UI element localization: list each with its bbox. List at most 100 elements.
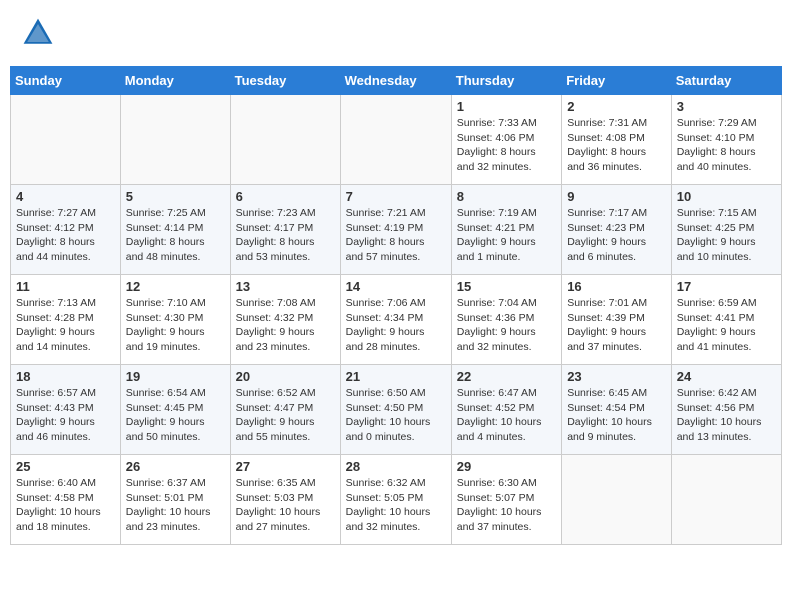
day-info: Sunrise: 6:45 AM Sunset: 4:54 PM Dayligh… — [567, 386, 666, 445]
day-number: 23 — [567, 369, 666, 384]
day-number: 10 — [677, 189, 776, 204]
day-info: Sunrise: 7:17 AM Sunset: 4:23 PM Dayligh… — [567, 206, 666, 265]
day-number: 24 — [677, 369, 776, 384]
col-header-wednesday: Wednesday — [340, 67, 451, 95]
day-info: Sunrise: 7:08 AM Sunset: 4:32 PM Dayligh… — [236, 296, 335, 355]
day-number: 14 — [346, 279, 446, 294]
day-info: Sunrise: 6:54 AM Sunset: 4:45 PM Dayligh… — [126, 386, 225, 445]
day-info: Sunrise: 7:33 AM Sunset: 4:06 PM Dayligh… — [457, 116, 556, 175]
col-header-tuesday: Tuesday — [230, 67, 340, 95]
day-number: 18 — [16, 369, 115, 384]
day-number: 1 — [457, 99, 556, 114]
calendar-cell — [230, 95, 340, 185]
logo — [20, 15, 60, 51]
day-info: Sunrise: 7:27 AM Sunset: 4:12 PM Dayligh… — [16, 206, 115, 265]
day-number: 20 — [236, 369, 335, 384]
day-number: 29 — [457, 459, 556, 474]
day-info: Sunrise: 7:31 AM Sunset: 4:08 PM Dayligh… — [567, 116, 666, 175]
day-info: Sunrise: 6:40 AM Sunset: 4:58 PM Dayligh… — [16, 476, 115, 535]
calendar-cell: 13 Sunrise: 7:08 AM Sunset: 4:32 PM Dayli… — [230, 275, 340, 365]
day-number: 22 — [457, 369, 556, 384]
day-number: 28 — [346, 459, 446, 474]
calendar-cell: 19 Sunrise: 6:54 AM Sunset: 4:45 PM Dayli… — [120, 365, 230, 455]
day-number: 26 — [126, 459, 225, 474]
week-row-2: 4 Sunrise: 7:27 AM Sunset: 4:12 PM Daylig… — [11, 185, 782, 275]
col-header-sunday: Sunday — [11, 67, 121, 95]
day-number: 3 — [677, 99, 776, 114]
calendar-cell: 23 Sunrise: 6:45 AM Sunset: 4:54 PM Dayli… — [562, 365, 672, 455]
calendar-cell: 18 Sunrise: 6:57 AM Sunset: 4:43 PM Dayli… — [11, 365, 121, 455]
calendar-cell: 16 Sunrise: 7:01 AM Sunset: 4:39 PM Dayli… — [562, 275, 672, 365]
day-number: 15 — [457, 279, 556, 294]
calendar-cell — [562, 455, 672, 545]
day-number: 2 — [567, 99, 666, 114]
calendar-table: SundayMondayTuesdayWednesdayThursdayFrid… — [10, 66, 782, 545]
calendar-cell: 14 Sunrise: 7:06 AM Sunset: 4:34 PM Dayli… — [340, 275, 451, 365]
day-info: Sunrise: 6:57 AM Sunset: 4:43 PM Dayligh… — [16, 386, 115, 445]
day-number: 4 — [16, 189, 115, 204]
calendar-cell: 12 Sunrise: 7:10 AM Sunset: 4:30 PM Dayli… — [120, 275, 230, 365]
day-info: Sunrise: 7:29 AM Sunset: 4:10 PM Dayligh… — [677, 116, 776, 175]
day-info: Sunrise: 6:35 AM Sunset: 5:03 PM Dayligh… — [236, 476, 335, 535]
calendar-header-row: SundayMondayTuesdayWednesdayThursdayFrid… — [11, 67, 782, 95]
col-header-saturday: Saturday — [671, 67, 781, 95]
page-header — [10, 10, 782, 56]
day-info: Sunrise: 6:37 AM Sunset: 5:01 PM Dayligh… — [126, 476, 225, 535]
week-row-1: 1 Sunrise: 7:33 AM Sunset: 4:06 PM Daylig… — [11, 95, 782, 185]
calendar-cell: 4 Sunrise: 7:27 AM Sunset: 4:12 PM Daylig… — [11, 185, 121, 275]
day-info: Sunrise: 6:32 AM Sunset: 5:05 PM Dayligh… — [346, 476, 446, 535]
calendar-cell: 27 Sunrise: 6:35 AM Sunset: 5:03 PM Dayli… — [230, 455, 340, 545]
calendar-cell: 5Sunrise: 7:25 AM Sunset: 4:14 PM Daylig… — [120, 185, 230, 275]
day-number: 5 — [126, 189, 225, 204]
calendar-cell: 9 Sunrise: 7:17 AM Sunset: 4:23 PM Daylig… — [562, 185, 672, 275]
day-info: Sunrise: 7:01 AM Sunset: 4:39 PM Dayligh… — [567, 296, 666, 355]
calendar-cell — [11, 95, 121, 185]
day-number: 16 — [567, 279, 666, 294]
calendar-cell: 26 Sunrise: 6:37 AM Sunset: 5:01 PM Dayli… — [120, 455, 230, 545]
calendar-cell: 10 Sunrise: 7:15 AM Sunset: 4:25 PM Dayli… — [671, 185, 781, 275]
day-info: Sunrise: 7:13 AM Sunset: 4:28 PM Dayligh… — [16, 296, 115, 355]
calendar-cell — [340, 95, 451, 185]
day-info: Sunrise: 7:06 AM Sunset: 4:34 PM Dayligh… — [346, 296, 446, 355]
day-number: 27 — [236, 459, 335, 474]
calendar-cell: 28 Sunrise: 6:32 AM Sunset: 5:05 PM Dayli… — [340, 455, 451, 545]
day-info: Sunrise: 6:59 AM Sunset: 4:41 PM Dayligh… — [677, 296, 776, 355]
day-info: Sunrise: 7:21 AM Sunset: 4:19 PM Dayligh… — [346, 206, 446, 265]
day-number: 21 — [346, 369, 446, 384]
calendar-cell: 2 Sunrise: 7:31 AM Sunset: 4:08 PM Daylig… — [562, 95, 672, 185]
col-header-friday: Friday — [562, 67, 672, 95]
day-number: 11 — [16, 279, 115, 294]
day-info: Sunrise: 7:04 AM Sunset: 4:36 PM Dayligh… — [457, 296, 556, 355]
calendar-cell — [671, 455, 781, 545]
day-info: Sunrise: 7:23 AM Sunset: 4:17 PM Dayligh… — [236, 206, 335, 265]
calendar-cell: 15 Sunrise: 7:04 AM Sunset: 4:36 PM Dayli… — [451, 275, 561, 365]
day-number: 25 — [16, 459, 115, 474]
day-number: 13 — [236, 279, 335, 294]
day-number: 9 — [567, 189, 666, 204]
week-row-5: 25 Sunrise: 6:40 AM Sunset: 4:58 PM Dayli… — [11, 455, 782, 545]
calendar-cell: 21 Sunrise: 6:50 AM Sunset: 4:50 PM Dayli… — [340, 365, 451, 455]
col-header-monday: Monday — [120, 67, 230, 95]
calendar-cell: 1 Sunrise: 7:33 AM Sunset: 4:06 PM Daylig… — [451, 95, 561, 185]
day-info: Sunrise: 7:15 AM Sunset: 4:25 PM Dayligh… — [677, 206, 776, 265]
calendar-cell: 7 Sunrise: 7:21 AM Sunset: 4:19 PM Daylig… — [340, 185, 451, 275]
day-info: Sunrise: 7:10 AM Sunset: 4:30 PM Dayligh… — [126, 296, 225, 355]
calendar-cell: 25 Sunrise: 6:40 AM Sunset: 4:58 PM Dayli… — [11, 455, 121, 545]
calendar-cell: 29 Sunrise: 6:30 AM Sunset: 5:07 PM Dayli… — [451, 455, 561, 545]
day-number: 7 — [346, 189, 446, 204]
calendar-cell: 24 Sunrise: 6:42 AM Sunset: 4:56 PM Dayli… — [671, 365, 781, 455]
week-row-4: 18 Sunrise: 6:57 AM Sunset: 4:43 PM Dayli… — [11, 365, 782, 455]
day-number: 17 — [677, 279, 776, 294]
calendar-cell: 22Sunrise: 6:47 AM Sunset: 4:52 PM Dayli… — [451, 365, 561, 455]
day-number: 19 — [126, 369, 225, 384]
calendar-cell: 3 Sunrise: 7:29 AM Sunset: 4:10 PM Daylig… — [671, 95, 781, 185]
day-number: 8 — [457, 189, 556, 204]
day-info: Sunrise: 6:42 AM Sunset: 4:56 PM Dayligh… — [677, 386, 776, 445]
col-header-thursday: Thursday — [451, 67, 561, 95]
day-number: 12 — [126, 279, 225, 294]
logo-icon — [20, 15, 56, 51]
day-info: Sunrise: 6:50 AM Sunset: 4:50 PM Dayligh… — [346, 386, 446, 445]
day-info: Sunrise: 7:19 AM Sunset: 4:21 PM Dayligh… — [457, 206, 556, 265]
calendar-cell: 11 Sunrise: 7:13 AM Sunset: 4:28 PM Dayli… — [11, 275, 121, 365]
day-info: Sunrise: 6:30 AM Sunset: 5:07 PM Dayligh… — [457, 476, 556, 535]
